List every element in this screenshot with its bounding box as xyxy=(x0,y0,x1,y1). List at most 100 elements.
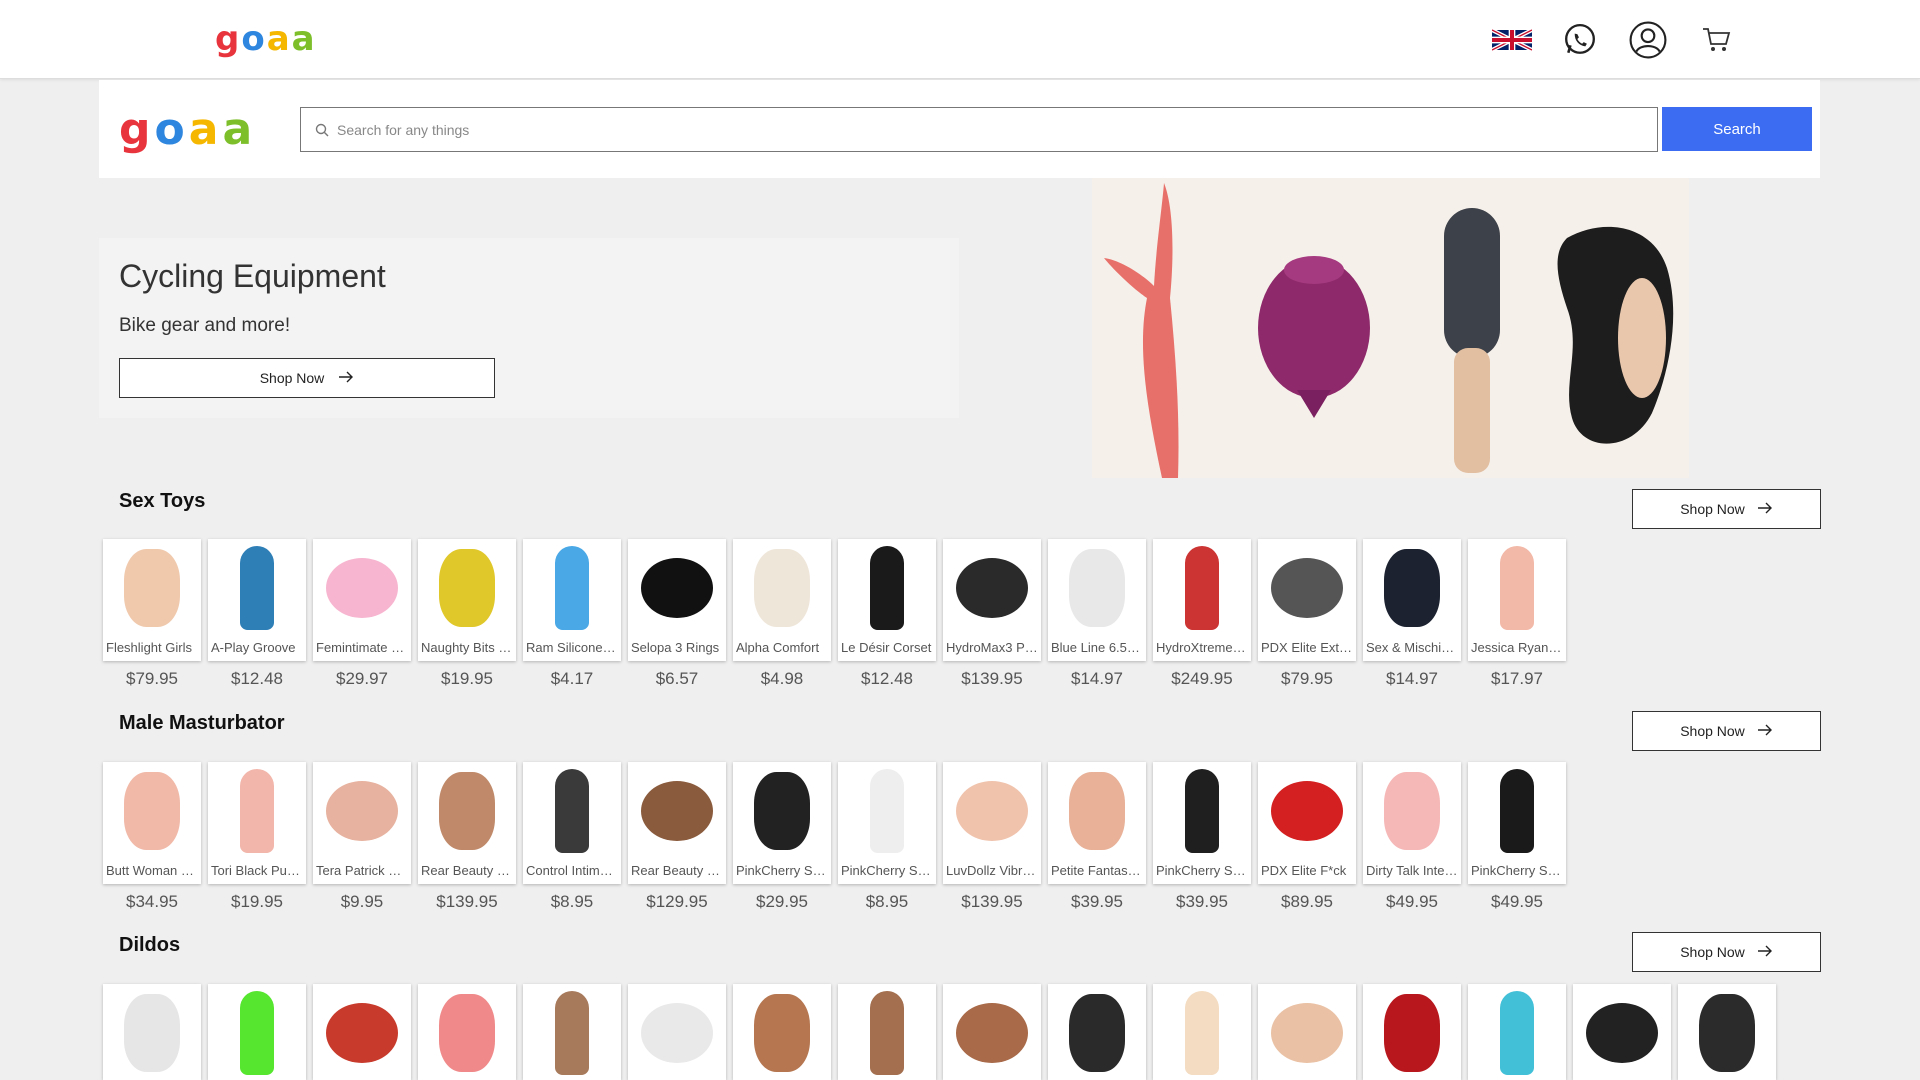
product-image[interactable] xyxy=(1048,984,1146,1080)
product-card[interactable] xyxy=(628,984,726,1080)
product-item[interactable] xyxy=(103,984,201,1080)
product-item[interactable]: Rear Beauty Bum $139.95 xyxy=(418,762,516,912)
product-item[interactable]: Control Intimates $8.95 xyxy=(523,762,621,912)
product-item[interactable]: HydroXtreme Pump $249.95 xyxy=(1153,539,1251,689)
product-image[interactable] xyxy=(943,539,1041,637)
product-card[interactable] xyxy=(838,984,936,1080)
product-item[interactable]: A-Play Groove $12.48 xyxy=(208,539,306,689)
product-image[interactable] xyxy=(1678,984,1776,1080)
product-image[interactable] xyxy=(418,539,516,637)
uk-flag-icon[interactable] xyxy=(1478,18,1546,62)
product-card[interactable] xyxy=(1363,984,1461,1080)
product-image[interactable] xyxy=(1468,539,1566,637)
product-name[interactable]: PinkCherry Stroker xyxy=(1471,863,1563,878)
product-image[interactable] xyxy=(523,762,621,860)
product-name[interactable]: Tera Patrick Stroker xyxy=(316,863,408,878)
product-name[interactable]: Fleshlight Girls xyxy=(106,640,198,655)
product-card[interactable]: Fleshlight Girls xyxy=(103,539,201,661)
product-card[interactable]: PDX Elite Extender xyxy=(1258,539,1356,661)
product-image[interactable] xyxy=(1468,762,1566,860)
product-item[interactable]: Tera Patrick Stroker $9.95 xyxy=(313,762,411,912)
product-card[interactable] xyxy=(418,984,516,1080)
product-item[interactable] xyxy=(733,984,831,1080)
shop-now-button[interactable]: Shop Now xyxy=(1632,711,1821,751)
product-item[interactable] xyxy=(628,984,726,1080)
product-card[interactable] xyxy=(733,984,831,1080)
product-image[interactable] xyxy=(208,762,306,860)
product-image[interactable] xyxy=(1048,539,1146,637)
product-item[interactable] xyxy=(1678,984,1776,1080)
product-item[interactable]: Selopa 3 Rings $6.57 xyxy=(628,539,726,689)
product-image[interactable] xyxy=(1363,762,1461,860)
product-card[interactable]: Selopa 3 Rings xyxy=(628,539,726,661)
product-card[interactable]: Naughty Bits Ring xyxy=(418,539,516,661)
product-image[interactable] xyxy=(1258,984,1356,1080)
product-card[interactable]: HydroXtreme Pump xyxy=(1153,539,1251,661)
product-image[interactable] xyxy=(1258,762,1356,860)
product-image[interactable] xyxy=(1468,984,1566,1080)
product-name[interactable]: PDX Elite F*ck xyxy=(1261,863,1353,878)
product-card[interactable]: Alpha Comfort xyxy=(733,539,831,661)
product-card[interactable]: Butt Woman Stroker xyxy=(103,762,201,884)
product-item[interactable]: Butt Woman Stroker $34.95 xyxy=(103,762,201,912)
product-card[interactable] xyxy=(313,984,411,1080)
product-item[interactable]: Tori Black Pussy $19.95 xyxy=(208,762,306,912)
product-item[interactable]: Femintimate Balls $29.97 xyxy=(313,539,411,689)
product-card[interactable]: PinkCherry Stroker xyxy=(1468,762,1566,884)
product-item[interactable]: Naughty Bits Ring $19.95 xyxy=(418,539,516,689)
product-item[interactable]: Sex & Mischief Whip $14.97 xyxy=(1363,539,1461,689)
product-image[interactable] xyxy=(628,762,726,860)
product-item[interactable]: PDX Elite Extender $79.95 xyxy=(1258,539,1356,689)
product-image[interactable] xyxy=(1153,539,1251,637)
product-name[interactable]: LuvDollz Vibrating xyxy=(946,863,1038,878)
product-card[interactable]: A-Play Groove xyxy=(208,539,306,661)
product-image[interactable] xyxy=(103,539,201,637)
product-card[interactable] xyxy=(208,984,306,1080)
product-card[interactable]: Dirty Talk Interactive xyxy=(1363,762,1461,884)
product-image[interactable] xyxy=(1363,539,1461,637)
product-item[interactable]: Blue Line 6.5 Sleeve $14.97 xyxy=(1048,539,1146,689)
product-name[interactable]: HydroXtreme Pump xyxy=(1156,640,1248,655)
product-image[interactable] xyxy=(208,984,306,1080)
product-item[interactable] xyxy=(313,984,411,1080)
product-image[interactable] xyxy=(733,539,831,637)
product-card[interactable]: Rear Beauty Bum xyxy=(628,762,726,884)
product-image[interactable] xyxy=(418,984,516,1080)
product-item[interactable]: PDX Elite F*ck $89.95 xyxy=(1258,762,1356,912)
product-item[interactable]: Jessica Ryan Stroker $17.97 xyxy=(1468,539,1566,689)
product-card[interactable]: Ram Silicone Rings xyxy=(523,539,621,661)
product-card[interactable]: Sex & Mischief Whip xyxy=(1363,539,1461,661)
product-image[interactable] xyxy=(208,539,306,637)
product-item[interactable] xyxy=(1048,984,1146,1080)
product-name[interactable]: Sex & Mischief Whip xyxy=(1366,640,1458,655)
header-logo[interactable]: goaa xyxy=(215,22,317,56)
product-image[interactable] xyxy=(838,539,936,637)
product-card[interactable]: Tera Patrick Stroker xyxy=(313,762,411,884)
product-image[interactable] xyxy=(943,984,1041,1080)
product-name[interactable]: PinkCherry Stroker xyxy=(1156,863,1248,878)
product-card[interactable]: PinkCherry Sleeve xyxy=(838,762,936,884)
product-item[interactable]: PinkCherry Stroker $49.95 xyxy=(1468,762,1566,912)
product-card[interactable]: LuvDollz Vibrating xyxy=(943,762,1041,884)
product-image[interactable] xyxy=(943,762,1041,860)
product-card[interactable]: Control Intimates xyxy=(523,762,621,884)
product-name[interactable]: Dirty Talk Interactive xyxy=(1366,863,1458,878)
product-item[interactable] xyxy=(1258,984,1356,1080)
product-card[interactable] xyxy=(1048,984,1146,1080)
product-name[interactable]: Control Intimates xyxy=(526,863,618,878)
search-logo[interactable]: goaa xyxy=(119,108,256,152)
whatsapp-icon[interactable] xyxy=(1546,18,1614,62)
product-image[interactable] xyxy=(733,984,831,1080)
product-image[interactable] xyxy=(1258,539,1356,637)
product-item[interactable]: Ram Silicone Rings $4.17 xyxy=(523,539,621,689)
product-image[interactable] xyxy=(733,762,831,860)
shop-now-button[interactable]: Shop Now xyxy=(1632,489,1821,529)
product-image[interactable] xyxy=(418,762,516,860)
product-card[interactable]: PinkCherry Stroker xyxy=(1153,762,1251,884)
product-card[interactable]: Tori Black Pussy xyxy=(208,762,306,884)
product-card[interactable] xyxy=(1468,984,1566,1080)
product-item[interactable] xyxy=(1468,984,1566,1080)
product-item[interactable]: PinkCherry Stroker $29.95 xyxy=(733,762,831,912)
search-input[interactable] xyxy=(337,121,1637,138)
product-name[interactable]: Tori Black Pussy xyxy=(211,863,303,878)
